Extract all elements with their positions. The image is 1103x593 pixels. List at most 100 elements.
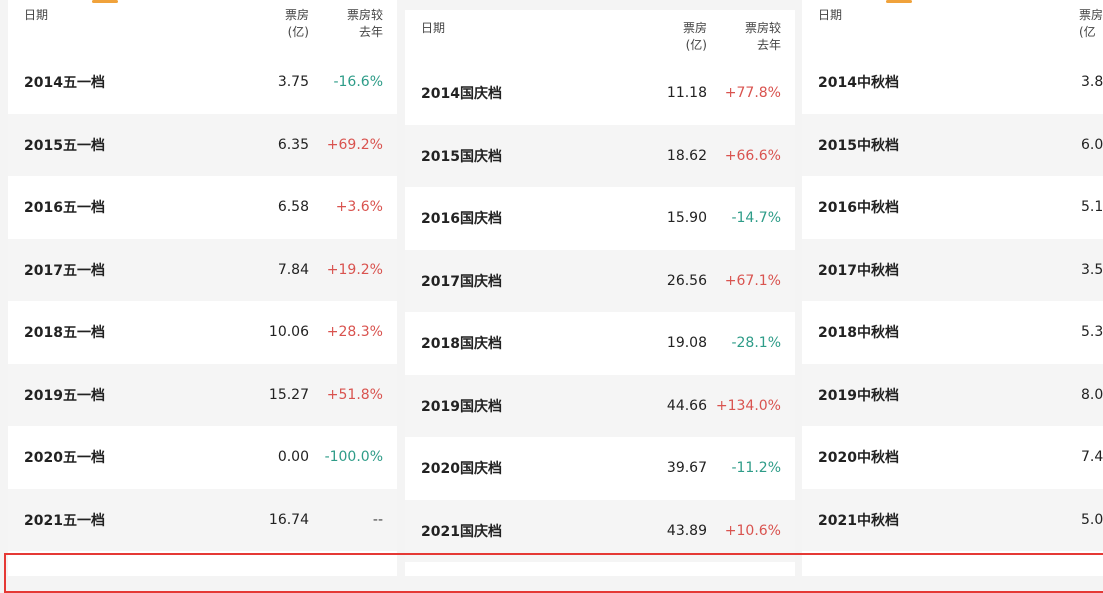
table-row: 2019国庆档 44.66 +134.0% xyxy=(405,374,795,437)
header-date: 日期 xyxy=(24,8,49,22)
cell-change: +19.2% xyxy=(326,261,383,278)
table-row: 2017中秋档 3.55 xyxy=(802,238,1103,301)
table-row: 2021中秋档 5.00 xyxy=(802,488,1103,551)
cell-date: 2015中秋档 xyxy=(818,137,899,154)
cell-date: 2021国庆档 xyxy=(421,523,502,540)
cell-date: 2019五一档 xyxy=(24,387,105,404)
cell-box-office: 39.67 xyxy=(666,460,707,477)
cell-date: 2020中秋档 xyxy=(818,450,899,467)
cell-box-office: 3.86 xyxy=(1081,74,1103,91)
table-row: 2019中秋档 8.04 xyxy=(802,363,1103,426)
table-row: 2020中秋档 7.45 xyxy=(802,426,1103,489)
cell-box-office: 5.00 xyxy=(1081,511,1103,528)
cell-box-office: 3.75 xyxy=(277,74,309,91)
cell-change: +134.0% xyxy=(715,397,781,414)
cell-change: +28.3% xyxy=(326,324,383,341)
cell-change: -14.7% xyxy=(731,210,781,227)
cell-change: +66.6% xyxy=(724,147,781,164)
cell-date: 2020五一档 xyxy=(24,450,105,467)
header-change-sub: 去年 xyxy=(756,38,781,52)
header-change: 票房较 xyxy=(346,8,383,22)
table-panel-mid-autumn: 日期 票房 (亿 2014中秋档 3.86 2015中秋档 6.05 2016中秋档 5.… xyxy=(802,0,1103,576)
cell-change: +51.8% xyxy=(326,386,383,403)
cell-change: -16.6% xyxy=(333,74,383,91)
cell-date: 2014中秋档 xyxy=(818,75,899,92)
cell-box-office: 10.06 xyxy=(268,324,309,341)
table-header: 日期 票房 (亿) 票房较 去年 xyxy=(8,6,397,46)
table-row: 2021五一档 16.74 -- xyxy=(8,488,397,551)
cell-box-office: 8.04 xyxy=(1081,386,1103,403)
cell-box-office: 16.74 xyxy=(268,511,309,528)
table-panel-mayday: 日期 票房 (亿) 票房较 去年 2014五一档 3.75 -16.6% 2015五一… xyxy=(8,0,397,576)
table-header: 日期 票房 (亿 xyxy=(802,6,1103,46)
cell-date: 2014国庆档 xyxy=(421,86,502,103)
cell-change: -- xyxy=(372,511,383,528)
cell-date: 2014五一档 xyxy=(24,75,105,92)
header-box-office-unit: (亿 xyxy=(1079,25,1096,39)
cell-change: +69.2% xyxy=(326,136,383,153)
cell-date: 2015国庆档 xyxy=(421,148,502,165)
cell-box-office: 15.27 xyxy=(268,386,309,403)
table-row: 2015国庆档 18.62 +66.6% xyxy=(405,124,795,187)
cell-date: 2016国庆档 xyxy=(421,211,502,228)
cell-date: 2017五一档 xyxy=(24,262,105,279)
header-box-office-unit: (亿) xyxy=(287,25,309,39)
table-row: 2016中秋档 5.13 xyxy=(802,176,1103,239)
table-row: 2014中秋档 3.86 xyxy=(802,51,1103,114)
table-panel-national-day: 日期 票房 (亿) 票房较 去年 2014国庆档 11.18 +77.8% 2015国… xyxy=(405,10,795,576)
tab-indicator xyxy=(886,0,912,3)
header-date: 日期 xyxy=(818,8,843,22)
cell-box-office: 6.35 xyxy=(277,136,309,153)
cell-date: 2016中秋档 xyxy=(818,200,899,217)
header-box-office: 票房 xyxy=(682,21,707,35)
cell-box-office: 44.66 xyxy=(666,397,707,414)
table-row: 2014国庆档 11.18 +77.8% xyxy=(405,62,795,125)
table-row: 2017五一档 7.84 +19.2% xyxy=(8,238,397,301)
table-row: 2014五一档 3.75 -16.6% xyxy=(8,51,397,114)
table-row: 2016国庆档 15.90 -14.7% xyxy=(405,187,795,250)
table-row: 2015五一档 6.35 +69.2% xyxy=(8,113,397,176)
cell-date: 2018国庆档 xyxy=(421,336,502,353)
table-row: 2020五一档 0.00 -100.0% xyxy=(8,426,397,489)
cell-date: 2019国庆档 xyxy=(421,398,502,415)
table-row: 2017国庆档 26.56 +67.1% xyxy=(405,249,795,312)
cell-date: 2016五一档 xyxy=(24,200,105,217)
table-header: 日期 票房 (亿) 票房较 去年 xyxy=(405,19,795,59)
cell-date: 2017国庆档 xyxy=(421,273,502,290)
table-row: 2015中秋档 6.05 xyxy=(802,113,1103,176)
cell-change: +10.6% xyxy=(724,522,781,539)
table-row: 2020国庆档 39.67 -11.2% xyxy=(405,437,795,500)
header-box-office-unit: (亿) xyxy=(685,38,707,52)
cell-date: 2018中秋档 xyxy=(818,325,899,342)
table-row: 2018五一档 10.06 +28.3% xyxy=(8,301,397,364)
cell-box-office: 26.56 xyxy=(666,272,707,289)
cell-box-office: 7.45 xyxy=(1081,449,1103,466)
header-box-office: 票房 xyxy=(1079,8,1103,22)
cell-box-office: 6.05 xyxy=(1081,136,1103,153)
cell-box-office: 0.00 xyxy=(277,449,309,466)
cell-date: 2021中秋档 xyxy=(818,512,899,529)
cell-change: +77.8% xyxy=(724,85,781,102)
header-change-sub: 去年 xyxy=(358,25,383,39)
header-change: 票房较 xyxy=(744,21,781,35)
cell-box-office: 19.08 xyxy=(666,335,707,352)
cell-box-office: 15.90 xyxy=(666,210,707,227)
header-box-office: 票房 xyxy=(284,8,309,22)
cell-date: 2019中秋档 xyxy=(818,387,899,404)
cell-change: -11.2% xyxy=(731,460,781,477)
table-row: 2018国庆档 19.08 -28.1% xyxy=(405,312,795,375)
cell-box-office: 3.55 xyxy=(1081,261,1103,278)
cell-box-office: 5.31 xyxy=(1081,324,1103,341)
cell-box-office: 11.18 xyxy=(666,85,707,102)
cell-box-office: 7.84 xyxy=(277,261,309,278)
highlight-box xyxy=(4,553,1103,593)
table-row: 2018中秋档 5.31 xyxy=(802,301,1103,364)
table-row: 2016五一档 6.58 +3.6% xyxy=(8,176,397,239)
cell-change: -100.0% xyxy=(324,449,383,466)
table-row: 2019五一档 15.27 +51.8% xyxy=(8,363,397,426)
cell-date: 2020国庆档 xyxy=(421,461,502,478)
cell-change: +67.1% xyxy=(724,272,781,289)
cell-date: 2018五一档 xyxy=(24,325,105,342)
cell-date: 2015五一档 xyxy=(24,137,105,154)
cell-date: 2017中秋档 xyxy=(818,262,899,279)
